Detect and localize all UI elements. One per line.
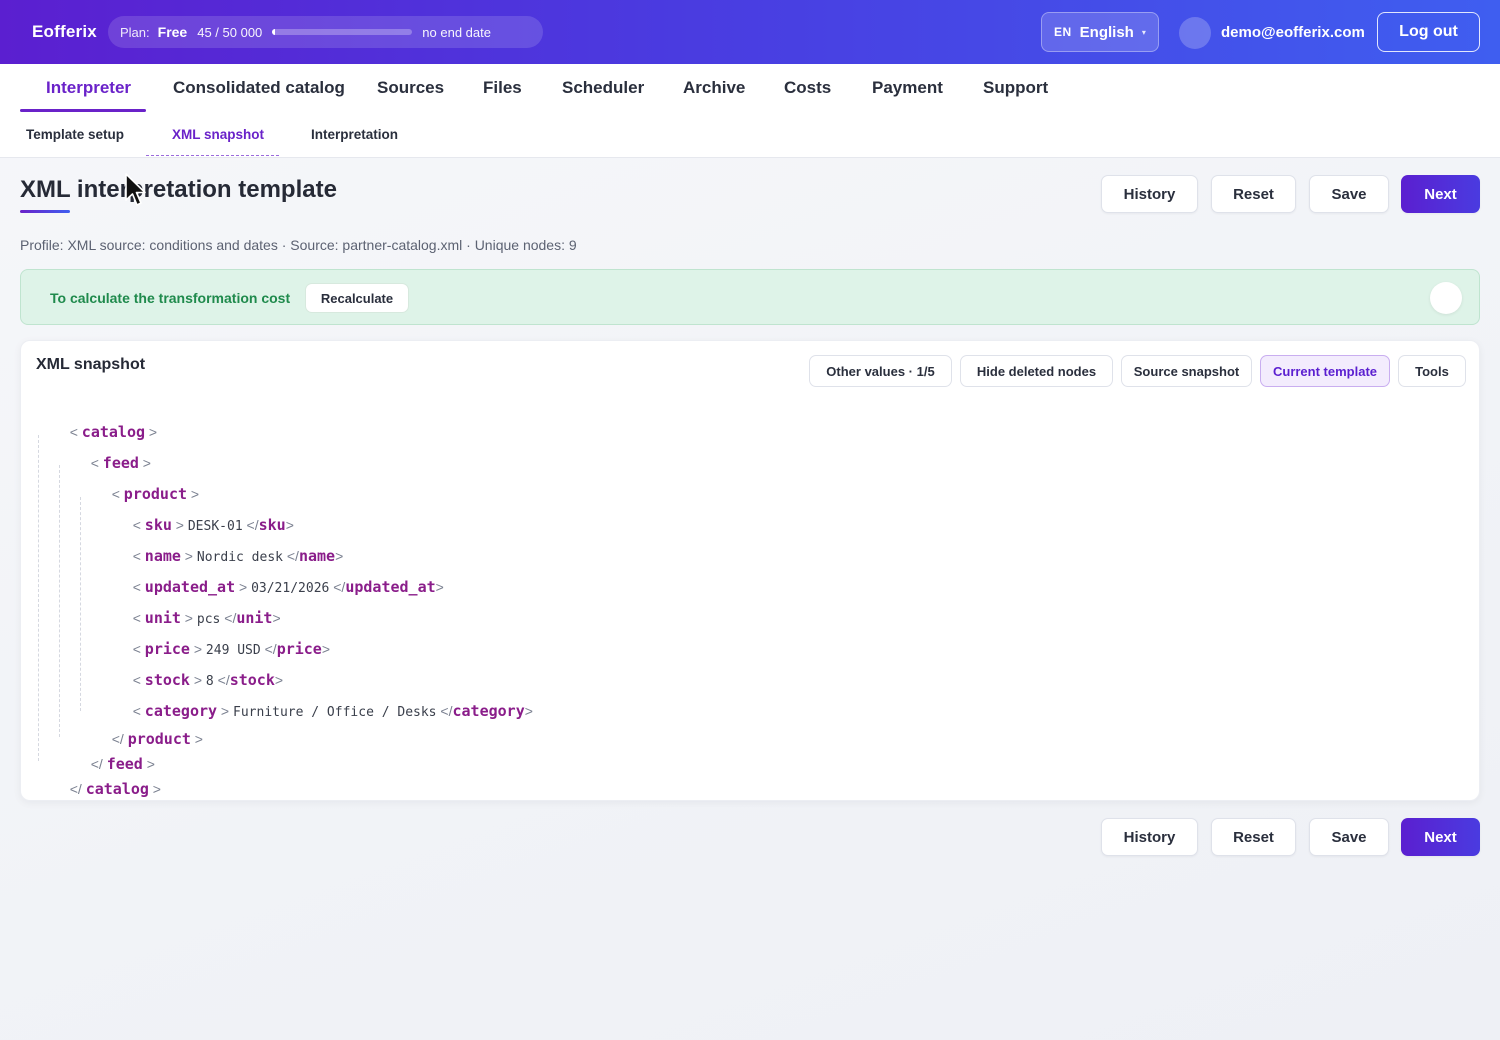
history-button[interactable]: History <box>1101 818 1198 856</box>
chevron-down-icon: ▾ <box>1141 27 1146 37</box>
next-button[interactable]: Next <box>1401 175 1480 213</box>
plan-end-date: no end date <box>422 24 491 40</box>
card-title: XML snapshot <box>36 356 146 373</box>
plan-tier: Free <box>157 24 188 40</box>
plan-label: Plan: <box>120 24 150 40</box>
xml-value: Furniture / Office / Desks <box>233 705 437 720</box>
other-values-button[interactable]: Other values · 1/5 <box>809 355 952 387</box>
tab-scheduler[interactable]: Scheduler <box>562 78 644 127</box>
profile-meta: Profile: XML source: conditions and date… <box>20 237 577 253</box>
mouse-pointer-icon <box>125 173 146 206</box>
tab-archive[interactable]: Archive <box>683 78 745 127</box>
reset-button[interactable]: Reset <box>1211 175 1296 213</box>
subtab-interpretation[interactable]: Interpretation <box>311 127 398 142</box>
xml-tag: updated_at <box>345 578 436 596</box>
banner-toggle[interactable] <box>1430 282 1462 314</box>
tree-guide <box>59 465 60 737</box>
source-snapshot-button[interactable]: Source snapshot <box>1121 355 1252 387</box>
recalculate-button[interactable]: Recalculate <box>305 283 409 313</box>
plan-usage-fill <box>272 29 276 35</box>
xml-tag: catalog <box>85 780 149 798</box>
save-button[interactable]: Save <box>1309 818 1389 856</box>
reset-button[interactable]: Reset <box>1211 818 1296 856</box>
next-button[interactable]: Next <box>1401 818 1480 856</box>
tab-support[interactable]: Support <box>983 78 1048 127</box>
xml-tag: price <box>276 640 322 658</box>
language-name: English <box>1079 23 1134 41</box>
top-header: Eofferix Plan: Free 45 / 50 000 no end d… <box>0 0 1500 64</box>
plan-usage-bar <box>272 29 413 35</box>
save-button[interactable]: Save <box>1309 175 1389 213</box>
subtab-xml-snapshot[interactable]: XML snapshot <box>172 127 264 142</box>
xml-node-catalog-close[interactable]: </ catalog > <box>36 764 161 814</box>
active-subtab-indicator <box>146 155 279 156</box>
tab-consolidated-catalog[interactable]: Consolidated catalog <box>173 78 345 127</box>
xml-snapshot-card: XML snapshot Other values · 1/5 Hide del… <box>20 340 1480 801</box>
cost-banner: To calculate the transformation cost Rec… <box>20 269 1480 325</box>
cost-banner-text: To calculate the transformation cost <box>50 290 291 306</box>
tab-sources[interactable]: Sources <box>377 78 444 127</box>
plan-usage: 45 / 50 000 <box>197 24 263 40</box>
hide-deleted-nodes-button[interactable]: Hide deleted nodes <box>960 355 1113 387</box>
user-email[interactable]: demo@eofferix.com <box>1221 24 1365 41</box>
bottom-actions: History Reset Save Next <box>0 818 1500 856</box>
tools-button[interactable]: Tools <box>1398 355 1466 387</box>
plan-badge: Plan: Free 45 / 50 000 no end date <box>108 16 543 48</box>
tab-interpreter[interactable]: Interpreter <box>46 78 131 127</box>
language-code: EN <box>1054 25 1072 39</box>
subtab-template-setup[interactable]: Template setup <box>26 127 124 142</box>
tab-payment[interactable]: Payment <box>872 78 943 127</box>
current-template-button[interactable]: Current template <box>1260 355 1390 387</box>
tab-files[interactable]: Files <box>483 78 522 127</box>
main-navigation: Interpreter Consolidated catalog Sources… <box>0 64 1500 158</box>
xml-tag: category <box>452 702 525 720</box>
language-selector[interactable]: EN English ▾ <box>1041 12 1159 52</box>
avatar[interactable] <box>1179 17 1211 49</box>
tab-costs[interactable]: Costs <box>784 78 831 127</box>
logout-button[interactable]: Log out <box>1377 12 1480 52</box>
app-logo[interactable]: Eofferix <box>32 22 97 42</box>
active-tab-indicator <box>20 109 146 112</box>
top-actions: History Reset Save Next <box>0 175 1500 213</box>
history-button[interactable]: History <box>1101 175 1198 213</box>
tree-guide <box>38 435 39 761</box>
tree-guide <box>80 497 81 711</box>
